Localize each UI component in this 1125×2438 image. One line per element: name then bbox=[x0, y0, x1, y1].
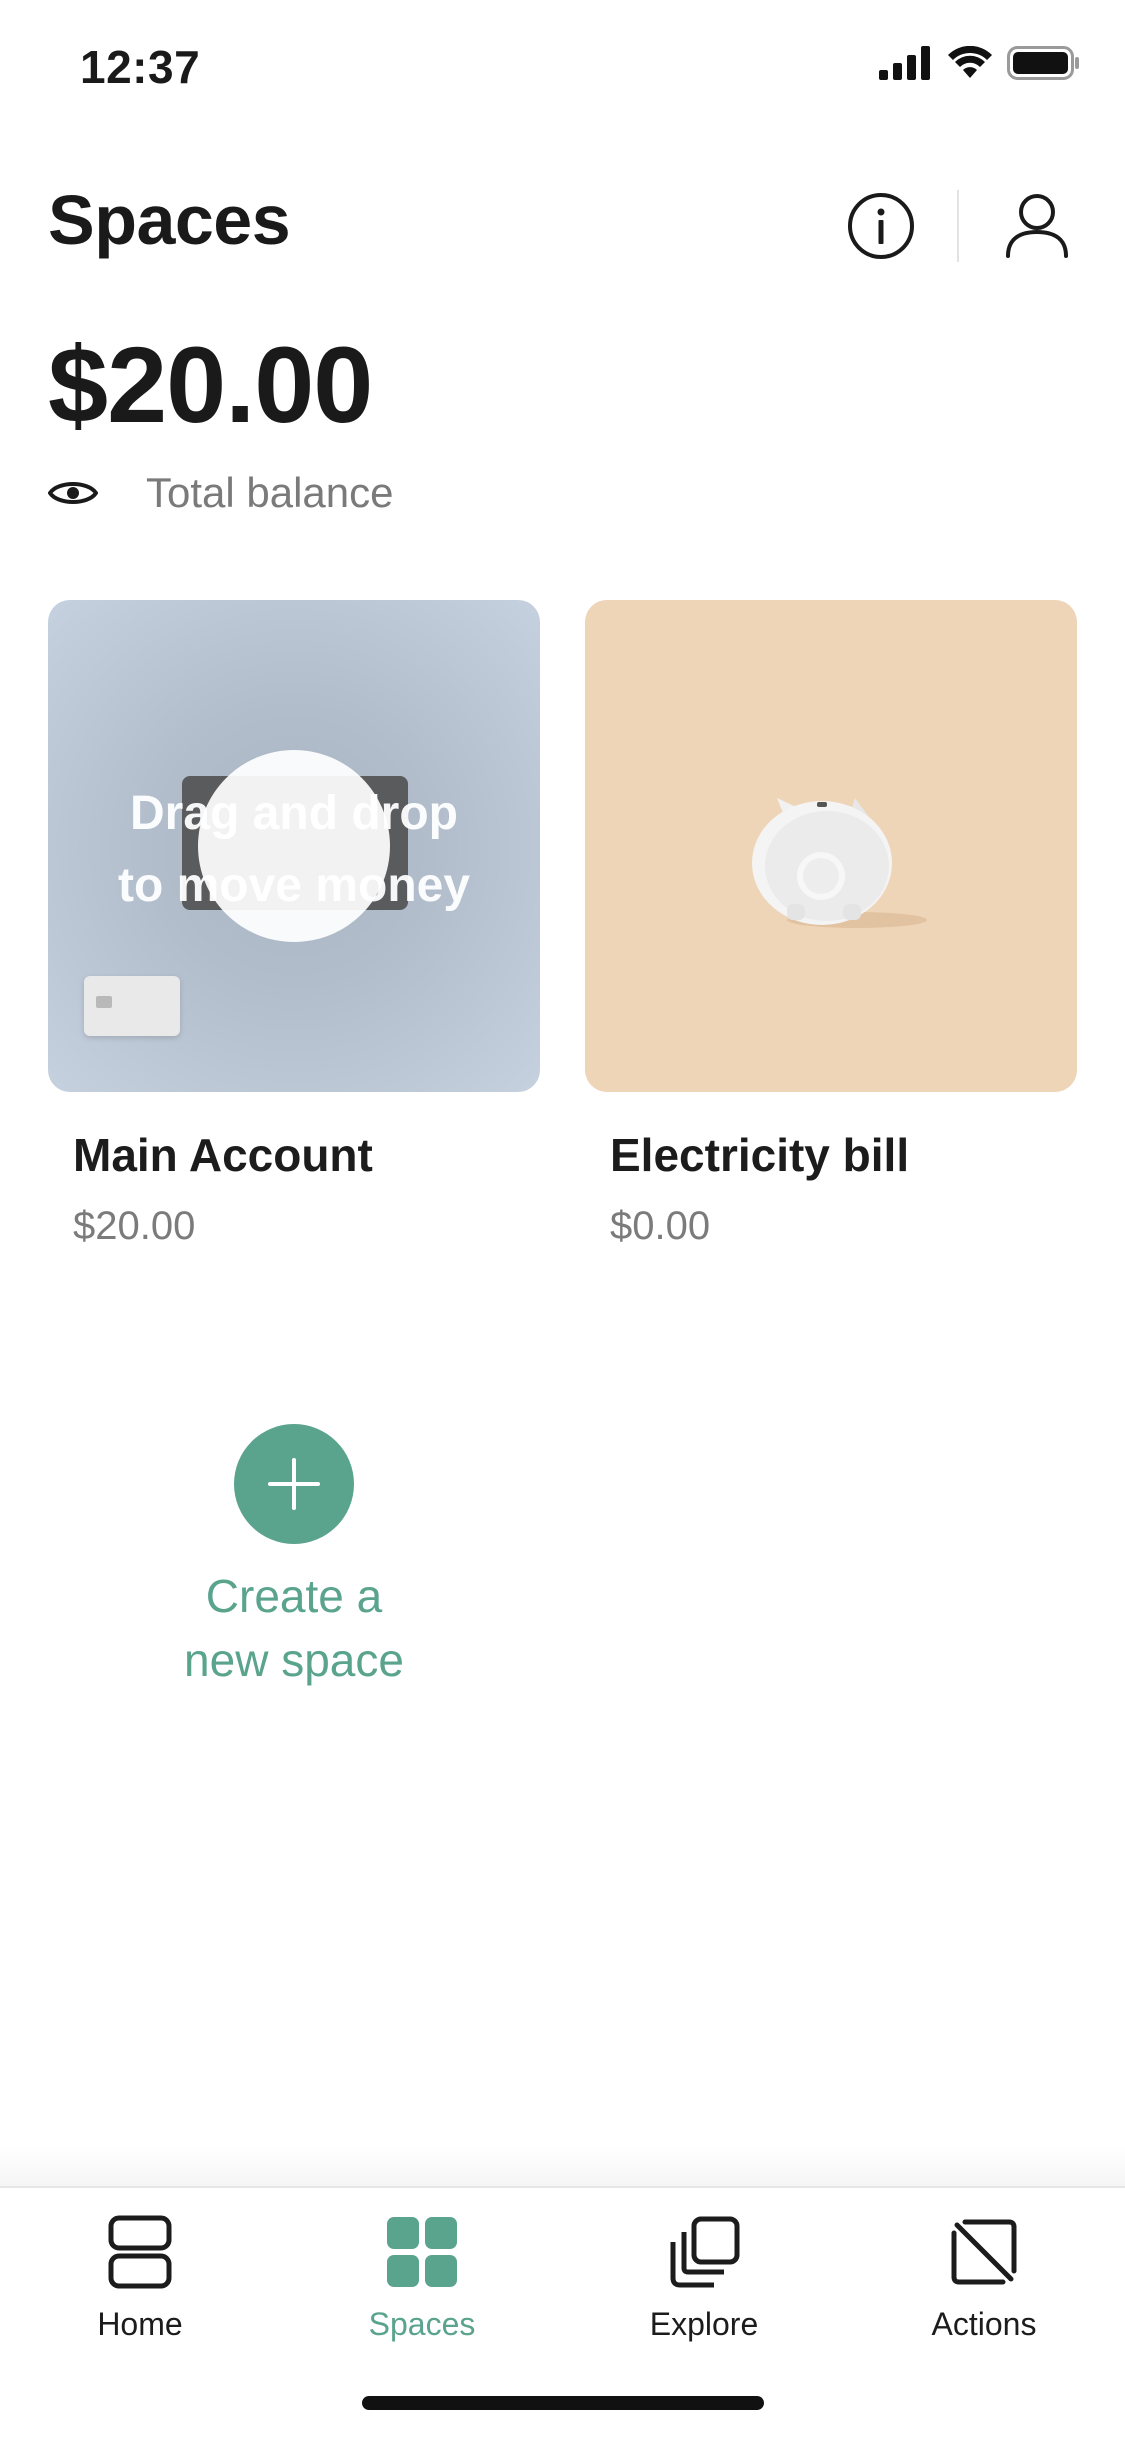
user-profile-icon bbox=[1006, 194, 1068, 258]
space-balance: $0.00 bbox=[610, 1204, 711, 1248]
cellular-signal-icon bbox=[879, 46, 930, 80]
info-button[interactable] bbox=[841, 186, 921, 266]
piggy-bank-icon bbox=[752, 798, 927, 928]
tab-label: Home bbox=[97, 2306, 183, 2342]
tab-label: Spaces bbox=[368, 2306, 476, 2342]
total-balance-row: Total balance bbox=[48, 468, 394, 518]
total-balance-label: Total balance bbox=[146, 469, 394, 516]
main-account-card-image: Drag and drop to move money bbox=[48, 600, 540, 1092]
space-card-electricity-bill[interactable]: Electricity bill $0.00 bbox=[585, 600, 1077, 1249]
tab-icon-wrapper bbox=[944, 2212, 1024, 2292]
tab-icon-wrapper bbox=[664, 2212, 744, 2292]
tab-icon-wrapper bbox=[382, 2212, 462, 2292]
total-balance-amount: $20.00 bbox=[48, 324, 373, 445]
header-actions bbox=[841, 186, 1077, 266]
status-bar: 12:37 bbox=[0, 0, 1125, 132]
header: Spaces bbox=[48, 180, 1077, 270]
tab-bar-shadow bbox=[0, 2146, 1125, 2186]
explore-icon bbox=[670, 2216, 740, 2288]
drag-and-drop-hint: Drag and drop to move money bbox=[117, 787, 471, 912]
page-title: Spaces bbox=[48, 181, 291, 259]
eye-icon bbox=[48, 482, 98, 504]
tab-label: Explore bbox=[649, 2306, 759, 2342]
plus-icon bbox=[268, 1458, 320, 1510]
tab-spaces[interactable]: Spaces bbox=[302, 2212, 542, 2343]
profile-button[interactable] bbox=[997, 186, 1077, 266]
header-divider bbox=[957, 190, 959, 262]
electricity-bill-card-image bbox=[585, 600, 1077, 1092]
space-name: Electricity bill bbox=[610, 1129, 910, 1181]
card-chip bbox=[96, 996, 112, 1008]
tab-label: Actions bbox=[931, 2306, 1037, 2342]
spaces-grid-icon bbox=[387, 2217, 457, 2287]
home-indicator[interactable] bbox=[362, 2396, 764, 2410]
actions-icon bbox=[951, 2219, 1017, 2285]
space-name: Main Account bbox=[73, 1129, 373, 1181]
home-icon bbox=[108, 2215, 172, 2289]
battery-icon bbox=[1007, 46, 1079, 80]
tab-explore[interactable]: Explore bbox=[584, 2212, 824, 2343]
status-icons bbox=[879, 46, 1081, 80]
space-card-main-account[interactable]: Drag and drop to move money Main Account… bbox=[48, 600, 540, 1249]
status-time: 12:37 bbox=[80, 41, 201, 93]
create-new-space[interactable]: Create a new space bbox=[48, 1424, 540, 1692]
tab-actions[interactable]: Actions bbox=[864, 2212, 1104, 2343]
tab-home[interactable]: Home bbox=[20, 2212, 260, 2343]
space-balance: $20.00 bbox=[73, 1204, 196, 1248]
tab-icon-wrapper bbox=[100, 2212, 180, 2292]
toggle-balance-visibility-button[interactable] bbox=[48, 468, 98, 518]
create-space-label: Create a new space bbox=[184, 1570, 404, 1686]
create-space-button[interactable] bbox=[234, 1424, 354, 1544]
info-icon bbox=[848, 193, 914, 259]
wifi-icon bbox=[948, 46, 992, 78]
debit-card-illustration bbox=[84, 976, 180, 1036]
